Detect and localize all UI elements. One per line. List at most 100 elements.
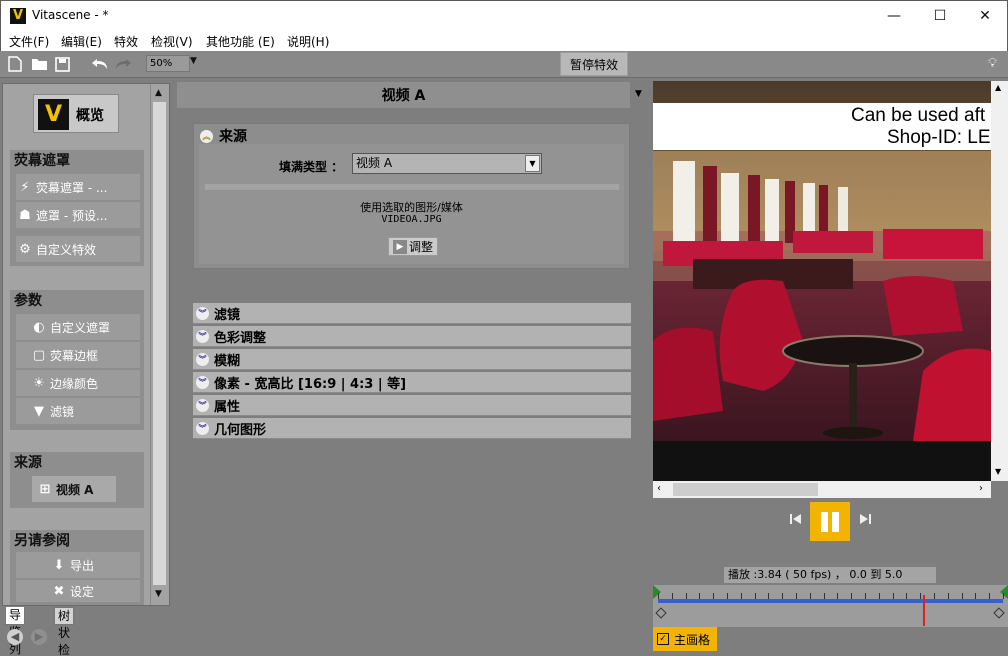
collapse-icon[interactable]: ︽ bbox=[200, 129, 213, 143]
tab-tree-view[interactable]: 树状检视 bbox=[54, 607, 75, 656]
lightning-icon: ⚡ bbox=[20, 179, 30, 195]
mask-preset-item[interactable]: ☗ 遮罩 - 预设... bbox=[16, 202, 140, 228]
playhead[interactable] bbox=[922, 595, 925, 626]
item-label: 荧幕边框 bbox=[50, 348, 99, 363]
pause-button[interactable] bbox=[810, 502, 850, 541]
export-item[interactable]: ⬇ 导出 bbox=[16, 552, 140, 578]
forward-arrow-icon[interactable]: ▶ bbox=[31, 629, 47, 645]
section-filter[interactable]: ︾ 滤镜 bbox=[193, 303, 631, 324]
settings-item[interactable]: ✖ 设定 bbox=[16, 580, 140, 602]
preview-horizontal-scrollbar[interactable]: ‹ › bbox=[653, 481, 991, 498]
redo-icon[interactable] bbox=[114, 55, 132, 73]
keyframe-end[interactable] bbox=[993, 607, 1005, 619]
open-folder-icon[interactable] bbox=[30, 55, 48, 73]
chevron-down-icon[interactable]: ▼ bbox=[525, 155, 540, 172]
item-label: 遮罩 - 预设... bbox=[36, 208, 108, 223]
menu-help[interactable]: 说明(H) bbox=[287, 33, 329, 50]
maximize-button[interactable]: ☐ bbox=[917, 1, 963, 31]
media-filename: VIDEOA.JPG bbox=[381, 214, 442, 225]
expand-icon[interactable]: ︾ bbox=[196, 306, 209, 320]
bulb-icon[interactable]: 💡︎ bbox=[988, 56, 997, 71]
chevron-right-icon[interactable]: › bbox=[979, 483, 983, 494]
skip-forward-icon[interactable] bbox=[859, 513, 871, 528]
checkbox-icon[interactable]: ✓ bbox=[657, 633, 669, 645]
media-info: 使用选取的图形/媒体 VIDEOA.JPG bbox=[199, 202, 624, 226]
keyframe-start[interactable] bbox=[655, 607, 667, 619]
screen-mask-item[interactable]: ⚡ 荧幕遮罩 - ... bbox=[16, 174, 140, 200]
chevron-down-icon[interactable]: ▼ bbox=[155, 589, 162, 599]
source-body: 填满类型 ： 视频 A ▼ 使用选取的图形/媒体 VIDEOA.JPG ▶ 调整 bbox=[199, 144, 624, 264]
adjust-label: 调整 bbox=[408, 240, 433, 254]
chevron-up-icon[interactable]: ▲ bbox=[995, 83, 1001, 92]
screen-frame-item[interactable]: ▢ 荧幕边框 bbox=[16, 342, 140, 368]
section-see-also: 另请参阅 ⬇ 导出 ✖ 设定 bbox=[10, 530, 144, 605]
edge-color-item[interactable]: ☀ 边缘颜色 bbox=[16, 370, 140, 396]
minimize-button[interactable]: — bbox=[871, 1, 917, 31]
section-label: 像素 - 宽高比 [16:9 | 4:3 | 等] bbox=[214, 376, 407, 392]
source-video-item[interactable]: ⊞ 视频 A bbox=[32, 476, 116, 502]
menu-edit[interactable]: 编辑(E) bbox=[61, 33, 102, 50]
tab-navigation[interactable]: 导览列 bbox=[5, 607, 26, 656]
pause-icon bbox=[821, 511, 828, 532]
item-label: 滤镜 bbox=[50, 404, 75, 419]
expand-icon[interactable]: ︾ bbox=[196, 375, 209, 389]
expand-icon[interactable]: ︾ bbox=[196, 329, 209, 343]
inspector-title: 视频 A bbox=[177, 82, 630, 108]
scroll-thumb[interactable] bbox=[153, 102, 166, 585]
item-label: 视频 A bbox=[56, 482, 94, 497]
adjust-button[interactable]: ▶ 调整 bbox=[388, 237, 438, 256]
custom-mask-item[interactable]: ◐ 自定义遮罩 bbox=[16, 314, 140, 340]
section-title: 来源 bbox=[14, 455, 42, 471]
save-icon[interactable] bbox=[53, 55, 71, 73]
expand-icon[interactable]: ︾ bbox=[196, 352, 209, 366]
section-label: 属性 bbox=[214, 399, 241, 415]
section-title: 另请参阅 bbox=[14, 533, 70, 549]
app-logo-icon: V bbox=[10, 8, 26, 24]
section-title: 荧幕遮罩 bbox=[14, 153, 70, 169]
menu-bar: 文件(F) 编辑(E) 特效 检视(V) 其他功能 (E) 说明(H) bbox=[0, 30, 1008, 51]
menu-effects[interactable]: 特效 bbox=[114, 33, 138, 50]
chevron-down-icon[interactable]: ▼ bbox=[995, 467, 1001, 476]
expand-icon[interactable]: ︾ bbox=[196, 398, 209, 412]
chevron-up-icon[interactable]: ▲ bbox=[155, 88, 162, 98]
fill-type-label: 填满类型 ： bbox=[279, 160, 344, 174]
edge-color-icon: ☀ bbox=[33, 375, 45, 391]
section-color-adjust[interactable]: ︾ 色彩调整 bbox=[193, 326, 631, 347]
vitascene-logo-icon: V bbox=[38, 99, 69, 130]
pause-effects-button[interactable]: 暂停特效 bbox=[560, 52, 628, 76]
menu-file[interactable]: 文件(F) bbox=[9, 33, 49, 50]
chevron-left-icon[interactable]: ‹ bbox=[657, 483, 661, 494]
new-file-icon[interactable] bbox=[6, 55, 24, 73]
screen-frame-icon: ▢ bbox=[32, 347, 46, 363]
skip-back-icon[interactable] bbox=[790, 513, 802, 528]
preview-vertical-scrollbar[interactable]: ▲ ▼ bbox=[991, 81, 1008, 481]
video-preview[interactable]: Can be used aft Shop-ID: LE bbox=[653, 81, 991, 481]
filter-item[interactable]: ▼ 滤镜 bbox=[16, 398, 140, 424]
section-pixel-aspect[interactable]: ︾ 像素 - 宽高比 [16:9 | 4:3 | 等] bbox=[193, 372, 631, 393]
expand-icon[interactable]: ︾ bbox=[196, 421, 209, 435]
source-group: ︽ 来源 填满类型 ： 视频 A ▼ 使用选取的图形/媒体 VIDEOA.JPG… bbox=[193, 123, 630, 269]
undo-icon[interactable] bbox=[90, 55, 108, 73]
section-geometry[interactable]: ︾ 几何图形 bbox=[193, 418, 631, 439]
fill-type-value: 视频 A bbox=[356, 156, 393, 170]
scroll-thumb[interactable] bbox=[673, 483, 818, 496]
left-panel-scrollbar[interactable]: ▲ ▼ bbox=[150, 84, 169, 605]
zoom-select[interactable]: 50% bbox=[146, 55, 190, 72]
custom-effect-item[interactable]: ⚙ 自定义特效 bbox=[16, 236, 140, 262]
section-blur[interactable]: ︾ 模糊 bbox=[193, 349, 631, 370]
close-button[interactable]: ✕ bbox=[962, 1, 1008, 31]
source-group-header[interactable]: ︽ 来源 bbox=[200, 126, 247, 146]
section-properties[interactable]: ︾ 属性 bbox=[193, 395, 631, 416]
timeline[interactable] bbox=[653, 585, 1008, 627]
fill-type-select[interactable]: 视频 A ▼ bbox=[352, 153, 542, 174]
chevron-down-icon[interactable]: ▼ bbox=[635, 89, 642, 99]
overview-button[interactable]: V 概览 bbox=[33, 94, 119, 133]
menu-view[interactable]: 检视(V) bbox=[151, 33, 193, 50]
chevron-down-icon[interactable]: ▼ bbox=[190, 56, 197, 66]
main-grid-toggle[interactable]: ✓ 主画格 bbox=[653, 627, 717, 651]
item-label: 边缘颜色 bbox=[50, 376, 99, 391]
back-arrow-icon[interactable]: ◀ bbox=[7, 629, 23, 645]
gear-icon: ⚙ bbox=[19, 241, 31, 257]
filter-icon: ▼ bbox=[34, 403, 44, 419]
menu-other[interactable]: 其他功能 (E) bbox=[206, 33, 275, 50]
